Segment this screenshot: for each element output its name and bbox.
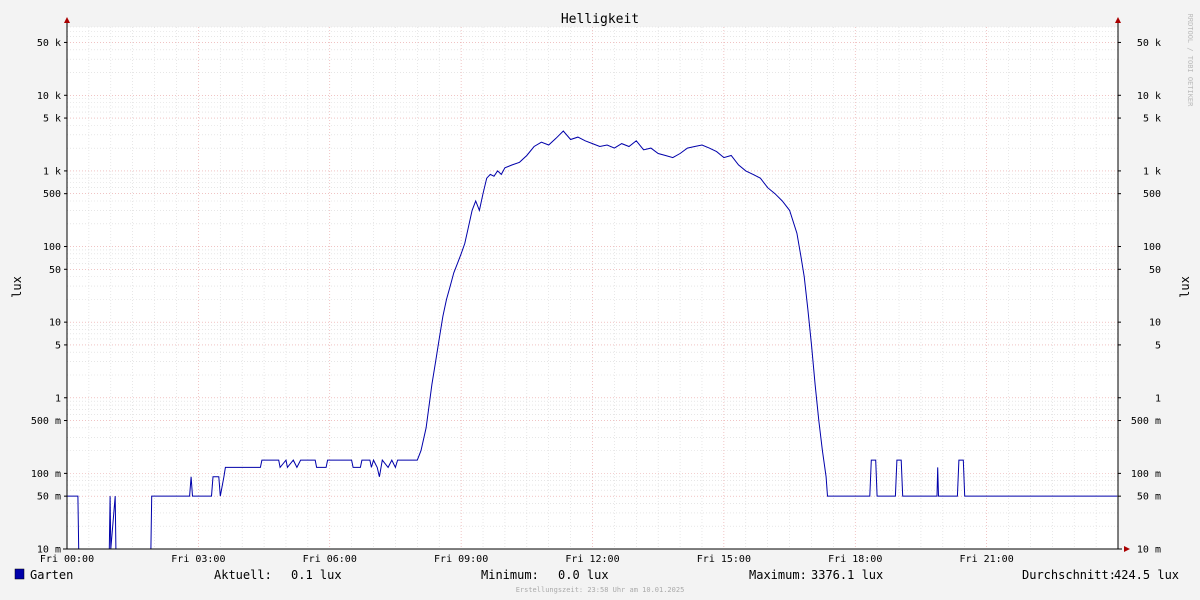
legend-minimum-value: 0.0 lux (558, 568, 609, 582)
y-tick-label: 10 k (1137, 91, 1161, 102)
x-tick-label: Fri 21:00 (960, 554, 1014, 565)
chart-title: Helligkeit (561, 12, 639, 27)
x-tick-label: Fri 03:00 (171, 554, 225, 565)
y-tick-label: 5 (55, 340, 61, 351)
y-axis-label-right: lux (1178, 276, 1192, 298)
y-tick-label: 1 k (1143, 166, 1161, 177)
legend-aktuell-value: 0.1 lux (291, 568, 342, 582)
y-tick-label: 10 (49, 318, 61, 329)
y-tick-label: 50 (49, 265, 61, 276)
x-tick-label: Fri 00:00 (40, 554, 94, 565)
legend-series-name: Garten (30, 568, 73, 582)
x-tick-label: Fri 18:00 (828, 554, 882, 565)
y-tick-label: 100 m (31, 469, 61, 480)
y-tick-label: 10 (1149, 318, 1161, 329)
y-tick-label: 500 m (31, 416, 61, 427)
y-tick-label: 500 m (1131, 416, 1161, 427)
x-tick-label: Fri 09:00 (434, 554, 488, 565)
y-tick-label: 100 (1143, 242, 1161, 253)
y-tick-label: 1 (1155, 393, 1161, 404)
y-tick-label: 50 m (1137, 492, 1161, 503)
y-tick-label: 10 m (1137, 545, 1161, 556)
legend-maximum-value: 3376.1 lux (811, 568, 883, 582)
y-tick-label: 1 k (43, 166, 61, 177)
y-tick-label: 5 (1155, 340, 1161, 351)
legend-durchschnitt-label: Durchschnitt: (1022, 568, 1116, 582)
x-tick-label: Fri 12:00 (565, 554, 619, 565)
chart-window: 50 k 10 k 5 k 1 k 500 100 50 10 5 1 500 m 100 m 50 m… (0, 0, 1200, 600)
y-tick-label: 10 k (37, 91, 61, 102)
y-tick-label: 50 m (37, 492, 61, 503)
legend-durchschnitt-value: 424.5 lux (1114, 568, 1179, 582)
y-tick-label: 1 (55, 393, 61, 404)
legend-maximum-label: Maximum: (749, 568, 807, 582)
legend-aktuell-label: Aktuell: (214, 568, 272, 582)
y-axis-label-left: lux (10, 276, 24, 298)
y-tick-label: 5 k (43, 114, 61, 125)
watermark: RRDTOOL / TOBI OETIKER (1186, 14, 1194, 108)
y-tick-label: 50 k (1137, 38, 1161, 49)
x-tick-label: Fri 15:00 (697, 554, 751, 565)
x-tick-label: Fri 06:00 (303, 554, 357, 565)
chart-svg: 50 k 10 k 5 k 1 k 500 100 50 10 5 1 500 m 100 m 50 m… (0, 0, 1200, 600)
y-tick-label: 50 k (37, 38, 61, 49)
y-tick-label: 50 (1149, 265, 1161, 276)
footer-timestamp: Erstellungszeit: 23:58 Uhr am 10.01.2025 (516, 586, 685, 594)
y-tick-label: 500 (43, 189, 61, 200)
legend-minimum-label: Minimum: (481, 568, 539, 582)
y-tick-label: 500 (1143, 189, 1161, 200)
y-tick-label: 5 k (1143, 114, 1161, 125)
y-tick-label: 100 m (1131, 469, 1161, 480)
legend-swatch (14, 568, 25, 580)
y-tick-label: 100 (43, 242, 61, 253)
